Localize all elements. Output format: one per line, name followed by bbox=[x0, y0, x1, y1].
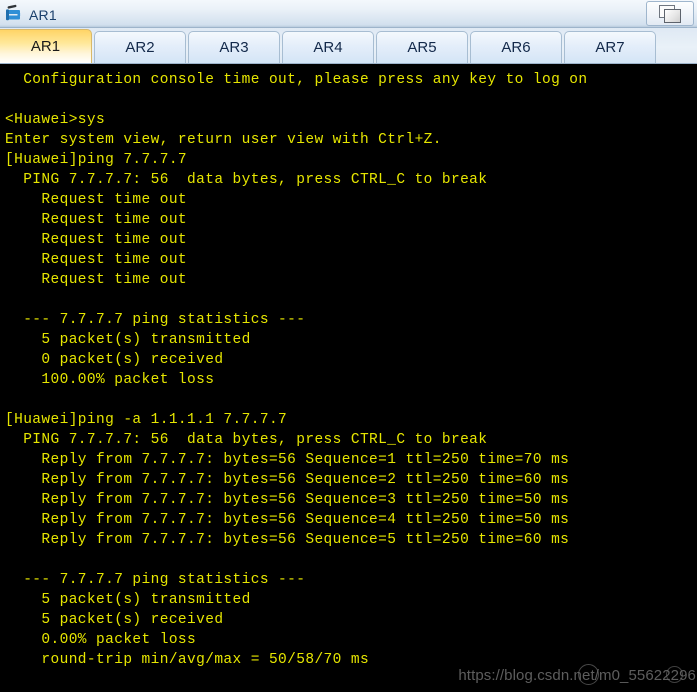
tab-label: AR1 bbox=[30, 38, 61, 55]
console-line: PING 7.7.7.7: 56 data bytes, press CTRL_… bbox=[5, 172, 488, 188]
console-line: Request time out bbox=[5, 212, 188, 228]
console-line: --- 7.7.7.7 ping statistics --- bbox=[5, 312, 306, 328]
console-line: 5 packet(s) received bbox=[5, 612, 224, 628]
console-output-area[interactable]: Configuration console time out, please p… bbox=[0, 64, 697, 692]
console-line: Configuration console time out, please p… bbox=[5, 72, 588, 88]
console-text: Configuration console time out, please p… bbox=[5, 70, 697, 670]
console-line: Reply from 7.7.7.7: bytes=56 Sequence=2 … bbox=[5, 472, 570, 488]
tab-label: AR2 bbox=[125, 39, 155, 56]
tab-ar6[interactable]: AR6 bbox=[470, 31, 562, 63]
tab-label: AR6 bbox=[501, 39, 531, 56]
console-line: 100.00% packet loss bbox=[5, 372, 215, 388]
tab-ar3[interactable]: AR3 bbox=[188, 31, 280, 63]
console-line: Request time out bbox=[5, 272, 188, 288]
tab-ar2[interactable]: AR2 bbox=[94, 31, 186, 63]
tab-ar7[interactable]: AR7 bbox=[564, 31, 656, 63]
tab-label: AR7 bbox=[595, 39, 625, 56]
console-line: Reply from 7.7.7.7: bytes=56 Sequence=5 … bbox=[5, 532, 570, 548]
console-line: 5 packet(s) transmitted bbox=[5, 332, 251, 348]
console-line: Reply from 7.7.7.7: bytes=56 Sequence=1 … bbox=[5, 452, 570, 468]
tab-ar4[interactable]: AR4 bbox=[282, 31, 374, 63]
console-line: 0 packet(s) received bbox=[5, 352, 224, 368]
watermark-text: https://blog.csdn.net/m0_55622296 bbox=[458, 667, 696, 684]
console-line: Request time out bbox=[5, 252, 188, 268]
tab-label: AR5 bbox=[407, 39, 437, 56]
console-line: Enter system view, return user view with… bbox=[5, 132, 442, 148]
router-device-icon bbox=[5, 4, 25, 24]
window-title: AR1 bbox=[29, 6, 57, 23]
console-line: 5 packet(s) transmitted bbox=[5, 592, 251, 608]
console-line: [Huawei]ping -a 1.1.1.1 7.7.7.7 bbox=[5, 412, 288, 428]
restore-window-button[interactable] bbox=[646, 1, 694, 26]
tab-label: AR4 bbox=[313, 39, 343, 56]
console-line: PING 7.7.7.7: 56 data bytes, press CTRL_… bbox=[5, 432, 488, 448]
tab-label: AR3 bbox=[219, 39, 249, 56]
console-line: 0.00% packet loss bbox=[5, 632, 197, 648]
window-titlebar: AR1 bbox=[0, 0, 697, 28]
restore-window-icon bbox=[659, 5, 681, 23]
device-tabbar: AR1 AR2 AR3 AR4 AR5 AR6 AR7 bbox=[0, 28, 697, 64]
console-line: --- 7.7.7.7 ping statistics --- bbox=[5, 572, 306, 588]
console-line: Request time out bbox=[5, 232, 188, 248]
console-line: Request time out bbox=[5, 192, 188, 208]
tab-ar1[interactable]: AR1 bbox=[0, 29, 92, 63]
tab-ar5[interactable]: AR5 bbox=[376, 31, 468, 63]
console-line: [Huawei]ping 7.7.7.7 bbox=[5, 152, 188, 168]
console-line: <Huawei>sys bbox=[5, 112, 106, 128]
console-line: Reply from 7.7.7.7: bytes=56 Sequence=4 … bbox=[5, 512, 570, 528]
console-line: Reply from 7.7.7.7: bytes=56 Sequence=3 … bbox=[5, 492, 570, 508]
device-console-window: AR1 AR1 AR2 AR3 AR4 AR5 AR6 AR7 Configur… bbox=[0, 0, 697, 693]
